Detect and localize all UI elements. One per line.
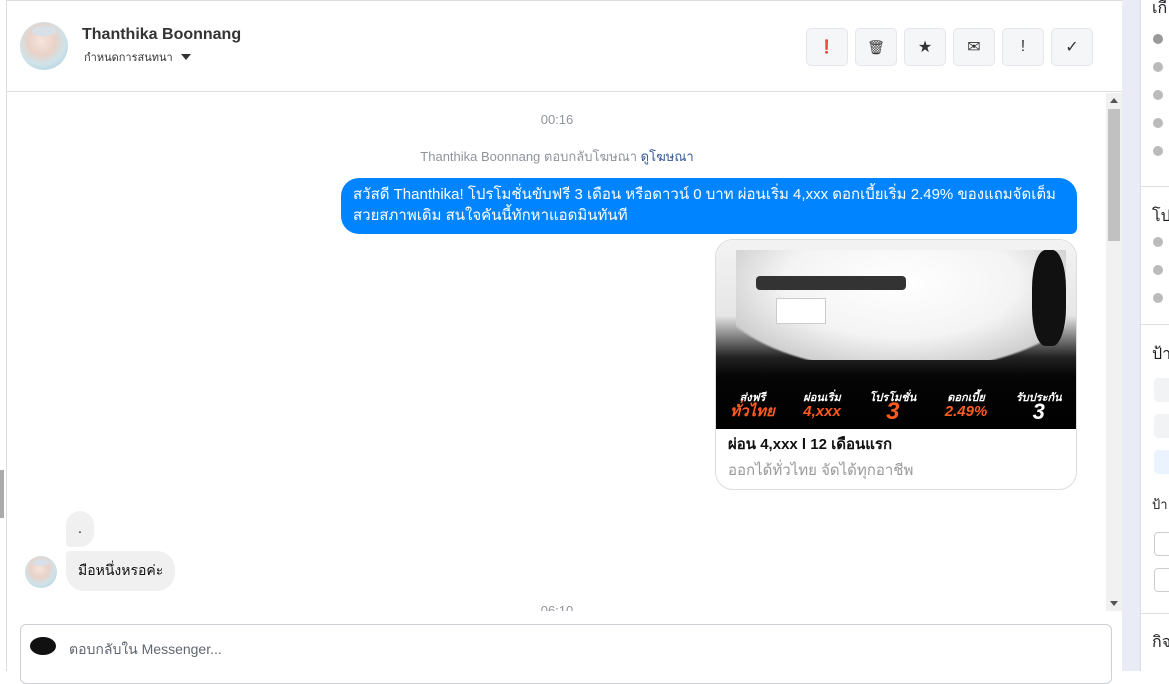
contact-name[interactable]: Thanthika Boonnang bbox=[82, 26, 241, 44]
star-icon: ★ bbox=[917, 39, 933, 56]
label-menu-text: กำหนดการสนทนา bbox=[84, 52, 173, 64]
sender-avatar bbox=[25, 556, 57, 588]
promo-item: โปรโมชั่น 3 bbox=[869, 392, 917, 425]
incoming-message: มือหนึ่งหรอค่ะ bbox=[66, 551, 176, 591]
mark-spam-button[interactable]: ❗ bbox=[806, 28, 848, 66]
toolbar: ❗ 🗑 ★ ✉ ! ✓ bbox=[806, 28, 1093, 66]
car-image: ส่งฟรี ทั่วไทย ผ่อนเริ่ม 4,xxx โปรโมชั่น 3 … bbox=[716, 240, 1076, 429]
section-heading: ป้า bbox=[1152, 346, 1169, 363]
add-label-button[interactable] bbox=[1154, 450, 1169, 474]
scrollbar-thumb[interactable] bbox=[1108, 109, 1120, 241]
label-chip[interactable] bbox=[1154, 378, 1169, 402]
view-ad-link[interactable]: ดูโฆษณา bbox=[641, 149, 694, 164]
location-icon bbox=[1153, 293, 1163, 303]
scroll-up-icon bbox=[1110, 98, 1118, 103]
reply-input[interactable]: ตอบกลับใน Messenger... bbox=[69, 639, 222, 661]
alert-icon: ❗ bbox=[818, 39, 836, 54]
promo-banner: ส่งฟรี ทั่วไทย ผ่อนเริ่ม 4,xxx โปรโมชั่น 3 … bbox=[716, 391, 1076, 425]
card-description: ออกได้ทั่วไทย จัดได้ทุกอาชีพ bbox=[728, 462, 914, 479]
timestamp: 00:16 bbox=[540, 112, 574, 127]
section-heading: เกี bbox=[1152, 0, 1168, 17]
clock-icon bbox=[1153, 237, 1163, 247]
ad-reply-notice: Thanthika Boonnang ตอบกลับโฆษณา ดูโฆษณา bbox=[7, 146, 1107, 167]
promo-item: ส่งฟรี ทั่วไทย bbox=[730, 392, 775, 420]
section-heading: โป bbox=[1152, 208, 1169, 225]
mark-done-button[interactable]: ✓ bbox=[1051, 28, 1093, 66]
phone-icon bbox=[1153, 62, 1163, 72]
promo-item: ผ่อนเริ่ม 4,xxx bbox=[803, 392, 841, 420]
left-edge-handle bbox=[0, 470, 4, 518]
section-heading: กิจ bbox=[1152, 634, 1169, 651]
timestamp: 06:10 bbox=[540, 603, 574, 611]
label-input[interactable] bbox=[1154, 568, 1169, 592]
promo-item: ดอกเบี้ย 2.49% bbox=[944, 392, 988, 420]
star-button[interactable]: ★ bbox=[904, 28, 946, 66]
page-logo bbox=[30, 637, 56, 655]
mark-unread-button[interactable]: ✉ bbox=[953, 28, 995, 66]
panel-divider bbox=[1122, 0, 1140, 671]
contact-details-panel: เกี โป ป้า ป้า กิจ bbox=[1140, 0, 1169, 671]
conversation-panel: Thanthika Boonnang กำหนดการสนทนา ❗ 🗑 ★ ✉… bbox=[6, 0, 1122, 684]
location-icon bbox=[1153, 265, 1163, 275]
envelope-icon: ✉ bbox=[967, 39, 981, 56]
home-icon bbox=[1153, 146, 1163, 156]
follow-up-button[interactable]: ! bbox=[1002, 28, 1044, 66]
caret-down-icon bbox=[180, 54, 191, 60]
email-icon bbox=[1153, 90, 1163, 100]
trash-icon: 🗑 bbox=[867, 38, 885, 55]
conversation-header: Thanthika Boonnang กำหนดการสนทนา ❗ 🗑 ★ ✉… bbox=[7, 1, 1122, 92]
card-title: ผ่อน 4,xxx l 12 เดือนแรก bbox=[728, 436, 893, 453]
label-input[interactable] bbox=[1154, 532, 1169, 556]
like-icon bbox=[1153, 118, 1163, 128]
incoming-message: . bbox=[66, 511, 94, 547]
label-menu[interactable]: กำหนดการสนทนา bbox=[84, 48, 191, 66]
reply-composer[interactable]: ตอบกลับใน Messenger... bbox=[20, 624, 1112, 684]
outgoing-message: สวัสดี Thanthika! โปรโมชั่นขับฟรี 3 เดือ… bbox=[341, 178, 1077, 234]
label-chip[interactable] bbox=[1154, 414, 1169, 438]
ad-card[interactable]: ส่งฟรี ทั่วไทย ผ่อนเริ่ม 4,xxx โปรโมชั่น 3 … bbox=[715, 239, 1077, 490]
contact-avatar[interactable] bbox=[20, 22, 68, 70]
section-subheading: ป้า bbox=[1152, 497, 1168, 512]
notice-text: Thanthika Boonnang ตอบกลับโฆษณา bbox=[420, 149, 638, 164]
message-thread: 00:16 Thanthika Boonnang ตอบกลับโฆษณา ดู… bbox=[7, 93, 1107, 611]
check-icon: ✓ bbox=[1065, 39, 1079, 56]
delete-button[interactable]: 🗑 bbox=[855, 28, 897, 66]
info-icon bbox=[1153, 34, 1163, 44]
scroll-down-icon bbox=[1110, 601, 1118, 606]
thread-scrollbar[interactable] bbox=[1106, 93, 1122, 611]
promo-item: รับประกัน 3 bbox=[1015, 392, 1062, 424]
exclamation-icon: ! bbox=[1020, 38, 1026, 55]
